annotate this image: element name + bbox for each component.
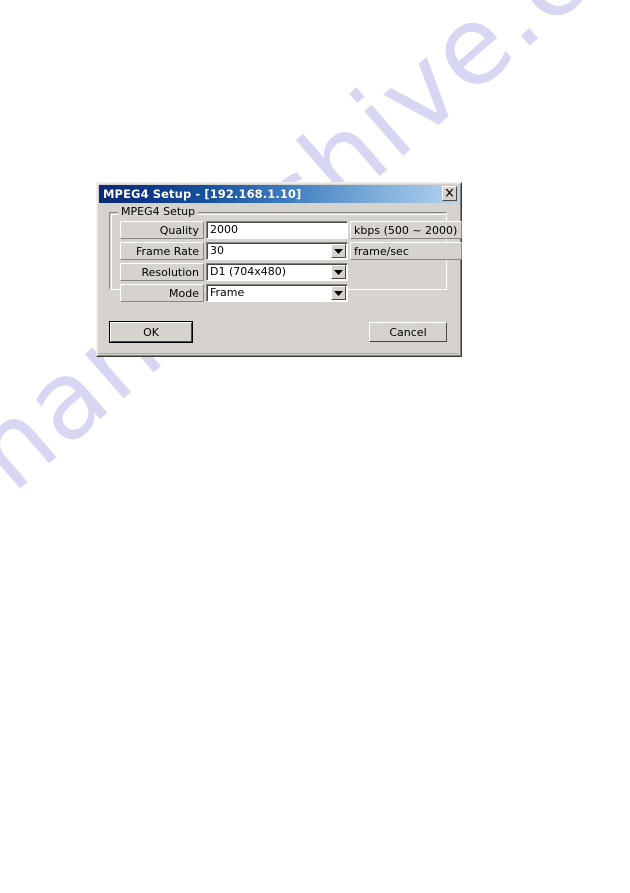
field-row-quality: Quality 2000 kbps (500 ~ 2000) xyxy=(120,221,462,239)
unit-quality: kbps (500 ~ 2000) xyxy=(350,221,462,239)
field-row-frame-rate: Frame Rate 30 frame/sec xyxy=(120,242,462,260)
label-quality: Quality xyxy=(120,221,204,239)
ok-button[interactable]: OK xyxy=(109,321,193,343)
combobox-frame-rate[interactable]: 30 xyxy=(206,242,348,260)
combobox-resolution[interactable]: D1 (704x480) xyxy=(206,263,348,281)
dialog-title: MPEG4 Setup - [192.168.1.10] xyxy=(103,187,302,201)
close-icon xyxy=(445,189,454,198)
input-quality-value: 2000 xyxy=(210,223,238,236)
input-quality[interactable]: 2000 xyxy=(206,221,348,239)
mpeg4-setup-dialog: MPEG4 Setup - [192.168.1.10] MPEG4 Setup… xyxy=(96,182,462,357)
chevron-down-icon xyxy=(334,290,343,296)
dialog-bottom-edge xyxy=(99,353,459,354)
mpeg4-settings-group: MPEG4 Setup Quality 2000 kbps (500 ~ 200… xyxy=(109,206,462,302)
combobox-frame-rate-value: 30 xyxy=(210,244,224,257)
watermark-layer: manualshive.com xyxy=(0,0,630,893)
cancel-button[interactable]: Cancel xyxy=(369,322,447,342)
combobox-mode[interactable]: Frame xyxy=(206,284,348,302)
field-row-mode: Mode Frame xyxy=(120,284,348,302)
chevron-down-icon xyxy=(334,248,343,254)
groupbox-legend: MPEG4 Setup xyxy=(118,206,199,218)
chevron-down-icon xyxy=(334,269,343,275)
label-mode: Mode xyxy=(120,284,204,302)
unit-frame-rate: frame/sec xyxy=(350,242,462,260)
combobox-resolution-value: D1 (704x480) xyxy=(210,265,287,278)
combobox-resolution-arrow[interactable] xyxy=(331,265,346,279)
dialog-titlebar[interactable]: MPEG4 Setup - [192.168.1.10] xyxy=(99,185,459,203)
combobox-mode-value: Frame xyxy=(210,286,245,299)
combobox-mode-arrow[interactable] xyxy=(331,286,346,300)
label-frame-rate: Frame Rate xyxy=(120,242,204,260)
field-row-resolution: Resolution D1 (704x480) xyxy=(120,263,348,281)
close-button[interactable] xyxy=(442,186,457,201)
combobox-frame-rate-arrow[interactable] xyxy=(331,244,346,258)
label-resolution: Resolution xyxy=(120,263,204,281)
